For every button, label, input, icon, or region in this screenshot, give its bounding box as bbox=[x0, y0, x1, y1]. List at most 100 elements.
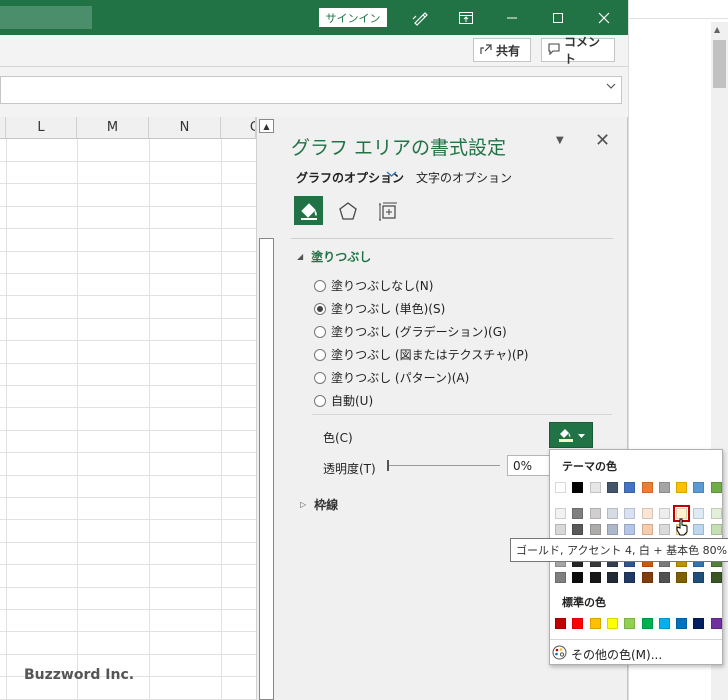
radio-button[interactable] bbox=[314, 325, 326, 338]
tint-color-swatch[interactable] bbox=[693, 524, 704, 535]
theme-color-swatch[interactable] bbox=[659, 482, 670, 493]
pen-icon[interactable] bbox=[409, 7, 431, 29]
theme-color-swatch[interactable] bbox=[642, 482, 653, 493]
share-button[interactable]: 共有 bbox=[473, 38, 531, 62]
tint-color-swatch[interactable] bbox=[642, 572, 653, 583]
theme-color-swatch[interactable] bbox=[555, 482, 566, 493]
border-section-header[interactable]: ▷ 枠線 bbox=[300, 496, 338, 513]
chevron-down-icon[interactable] bbox=[386, 168, 397, 181]
tint-color-swatch[interactable] bbox=[693, 508, 704, 519]
theme-color-swatch[interactable] bbox=[624, 482, 635, 493]
mouse-cursor-icon bbox=[676, 518, 690, 539]
tint-color-swatch[interactable] bbox=[572, 508, 583, 519]
size-properties-icon[interactable] bbox=[373, 196, 402, 225]
theme-color-swatch[interactable] bbox=[711, 482, 722, 493]
effects-pentagon-icon[interactable] bbox=[333, 196, 362, 225]
tint-color-swatch[interactable] bbox=[711, 524, 722, 535]
radio-button[interactable] bbox=[314, 348, 326, 361]
tint-color-swatch[interactable] bbox=[676, 572, 687, 583]
theme-color-swatch[interactable] bbox=[676, 482, 687, 493]
radio-gradient-fill[interactable]: 塗りつぶし (グラデーション)(G) bbox=[314, 323, 507, 340]
standard-color-swatch[interactable] bbox=[642, 618, 653, 629]
radio-automatic[interactable]: 自動(U) bbox=[314, 392, 373, 409]
worksheet-grid[interactable] bbox=[0, 117, 256, 700]
tint-color-swatch[interactable] bbox=[642, 508, 653, 519]
tint-color-swatch[interactable] bbox=[572, 572, 583, 583]
maximize-icon[interactable] bbox=[547, 7, 569, 29]
tint-color-swatch[interactable] bbox=[607, 572, 618, 583]
tint-color-swatch[interactable] bbox=[555, 508, 566, 519]
standard-color-swatch[interactable] bbox=[607, 618, 618, 629]
column-header-l[interactable]: L bbox=[6, 117, 77, 139]
tint-color-swatch[interactable] bbox=[693, 572, 704, 583]
tint-color-swatch[interactable] bbox=[711, 508, 722, 519]
standard-color-swatch[interactable] bbox=[624, 618, 635, 629]
pane-close-icon[interactable]: ✕ bbox=[595, 130, 610, 151]
theme-color-swatch[interactable] bbox=[590, 482, 601, 493]
column-header-m[interactable]: M bbox=[77, 117, 149, 139]
formula-input[interactable] bbox=[0, 76, 622, 104]
tint-color-swatch[interactable] bbox=[624, 524, 635, 535]
pane-options-icon[interactable]: ▼ bbox=[556, 135, 564, 146]
theme-color-swatch[interactable] bbox=[693, 482, 704, 493]
transparency-slider[interactable] bbox=[388, 465, 500, 466]
comment-icon bbox=[548, 42, 560, 58]
background-scroll-up-icon[interactable]: ▲ bbox=[714, 25, 720, 34]
tint-color-swatch[interactable] bbox=[555, 572, 566, 583]
more-colors-button[interactable]: その他の色(M)... bbox=[552, 645, 662, 663]
tint-color-swatch[interactable] bbox=[659, 508, 670, 519]
theme-color-swatch[interactable] bbox=[572, 482, 583, 493]
tint-color-swatch[interactable] bbox=[642, 524, 653, 535]
theme-color-swatch[interactable] bbox=[607, 482, 618, 493]
standard-color-swatch[interactable] bbox=[572, 618, 583, 629]
fill-section-header[interactable]: ◢ 塗りつぶし bbox=[297, 248, 371, 265]
comment-button[interactable]: コメント bbox=[541, 35, 615, 66]
minimize-icon[interactable] bbox=[501, 7, 523, 29]
radio-no-fill[interactable]: 塗りつぶしなし(N) bbox=[314, 277, 433, 294]
standard-color-swatch[interactable] bbox=[693, 618, 704, 629]
radio-label: 塗りつぶし (単色)(S) bbox=[331, 302, 446, 316]
fill-line-icon[interactable] bbox=[294, 196, 323, 225]
radio-button[interactable] bbox=[314, 371, 326, 384]
scroll-thumb[interactable] bbox=[259, 238, 274, 700]
standard-color-swatch[interactable] bbox=[590, 618, 601, 629]
formula-expand-icon[interactable] bbox=[606, 82, 616, 93]
standard-color-swatch[interactable] bbox=[659, 618, 670, 629]
scroll-up-arrow[interactable]: ▲ bbox=[259, 119, 274, 133]
column-header-n[interactable]: N bbox=[149, 117, 221, 139]
tint-color-swatch[interactable] bbox=[590, 524, 601, 535]
ribbon-display-icon[interactable] bbox=[455, 7, 477, 29]
tint-color-swatch[interactable] bbox=[590, 572, 601, 583]
signin-button[interactable]: サインイン bbox=[319, 8, 387, 27]
tint-color-swatch[interactable] bbox=[659, 572, 670, 583]
tint-color-swatch[interactable] bbox=[624, 572, 635, 583]
close-icon[interactable] bbox=[593, 7, 615, 29]
tint-color-swatch[interactable] bbox=[607, 508, 618, 519]
column-header-o[interactable]: C bbox=[221, 117, 256, 139]
transparency-slider-knob[interactable] bbox=[387, 460, 389, 471]
theme-colors-title: テーマの色 bbox=[562, 460, 617, 473]
title-search-box[interactable] bbox=[0, 6, 92, 29]
standard-color-swatch[interactable] bbox=[711, 618, 722, 629]
radio-picture-fill[interactable]: 塗りつぶし (図またはテクスチャ)(P) bbox=[314, 346, 528, 363]
tint-color-swatch[interactable] bbox=[572, 524, 583, 535]
standard-color-swatch[interactable] bbox=[676, 618, 687, 629]
radio-button[interactable] bbox=[314, 279, 326, 292]
grid-row-line bbox=[0, 452, 256, 453]
tint-color-swatch[interactable] bbox=[590, 508, 601, 519]
fill-color-button[interactable] bbox=[549, 422, 593, 448]
tint-color-swatch[interactable] bbox=[659, 524, 670, 535]
tint-color-swatch[interactable] bbox=[607, 524, 618, 535]
transparency-input[interactable]: 0% bbox=[507, 455, 551, 476]
background-scroll-thumb[interactable] bbox=[713, 40, 726, 88]
tint-color-swatch[interactable] bbox=[711, 572, 722, 583]
standard-color-swatch[interactable] bbox=[555, 618, 566, 629]
tint-color-swatch[interactable] bbox=[555, 524, 566, 535]
radio-button[interactable] bbox=[314, 302, 326, 315]
radio-button[interactable] bbox=[314, 394, 326, 407]
grid-row-line bbox=[0, 564, 256, 565]
radio-pattern-fill[interactable]: 塗りつぶし (パターン)(A) bbox=[314, 369, 469, 386]
radio-solid-fill[interactable]: 塗りつぶし (単色)(S) bbox=[314, 300, 445, 317]
tint-color-swatch[interactable] bbox=[624, 508, 635, 519]
tab-text-options[interactable]: 文字のオプション bbox=[416, 169, 512, 186]
